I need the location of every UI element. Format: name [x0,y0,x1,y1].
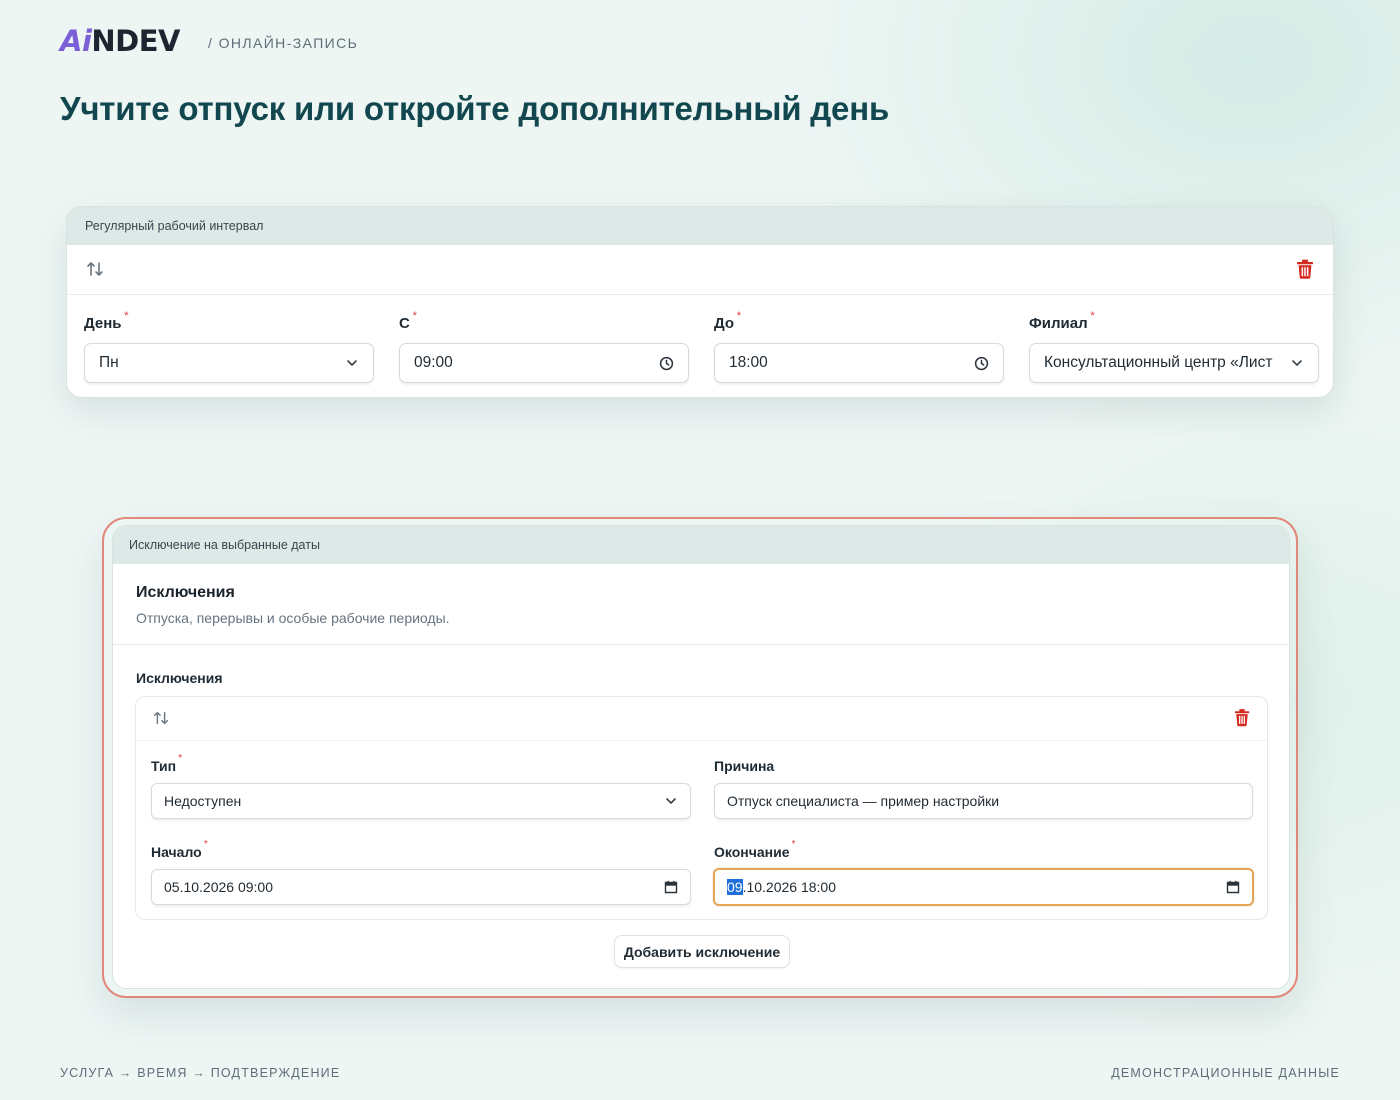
start-datetime-input[interactable]: 05.10.2026 09:00 [151,869,691,905]
from-label: С * [399,310,417,332]
exception-toolbar [136,697,1267,741]
exceptions-list-label: Исключения [136,670,223,686]
branch-value: Консультационный центр «Лист [1044,354,1273,371]
card-header: Регулярный рабочий интервал [67,207,1333,245]
logo-letter-a: A [60,23,82,58]
exceptions-card: Исключение на выбранные даты Исключения … [112,525,1290,989]
logo-letter-i: i [81,23,92,58]
clock-icon[interactable] [974,356,989,371]
interval-toolbar [67,245,1333,295]
type-label: Тип * [151,753,183,774]
exception-item: Тип * Недоступен Причина Отпуск специалис… [135,696,1268,920]
chevron-down-icon [666,798,676,804]
end-datetime-input[interactable]: 09.10.2026 18:00 [713,868,1254,906]
end-value-rest: .10.2026 18:00 [742,879,836,895]
required-mark: * [791,839,796,850]
calendar-icon[interactable] [664,880,678,894]
reason-input[interactable]: Отпуск специалиста — пример настройки [714,783,1253,819]
breadcrumb: / ОНЛАЙН-ЗАПИСЬ [208,35,359,51]
from-value: 09:00 [414,354,453,371]
branch-select[interactable]: Консультационный центр «Лист [1029,343,1319,383]
section-title: Исключения [136,584,235,601]
start-label: Начало * [151,839,208,860]
required-mark: * [124,310,129,322]
type-select[interactable]: Недоступен [151,783,691,819]
day-label: День * [84,310,129,332]
type-value: Недоступен [164,793,242,809]
logo[interactable]: Ai NDEV [60,23,181,58]
sort-icon[interactable] [85,259,105,279]
required-mark: * [412,310,417,322]
clock-icon[interactable] [659,356,674,371]
trash-icon[interactable] [1234,708,1250,727]
day-value: Пн [99,354,119,371]
reason-label: Причина [714,758,775,774]
to-label: До * [714,310,742,332]
start-value: 05.10.2026 09:00 [164,879,273,895]
header: Ai NDEV / ОНЛАЙН-ЗАПИСЬ [60,26,358,56]
required-mark: * [178,753,183,764]
card-header: Исключение на выбранные даты [113,526,1289,564]
end-label: Окончание * [714,839,796,860]
trash-icon[interactable] [1296,259,1314,279]
footer-steps: УСЛУГА → ВРЕМЯ → ПОДТВЕРЖДЕНИЕ [60,1066,341,1080]
sort-icon[interactable] [152,709,170,727]
divider [113,644,1289,645]
required-mark: * [736,310,742,322]
regular-interval-card: Регулярный рабочий интервал День * Пн С * … [66,206,1334,398]
add-exception-button[interactable]: Добавить исключение [614,935,790,968]
page-title: Учтите отпуск или откройте дополнительны… [60,90,890,127]
to-value: 18:00 [729,354,768,371]
calendar-icon[interactable] [1226,880,1240,894]
to-time-input[interactable]: 18:00 [714,343,1004,383]
section-description: Отпуска, перерывы и особые рабочие перио… [136,610,450,626]
branch-label: Филиал * [1029,310,1095,332]
from-time-input[interactable]: 09:00 [399,343,689,383]
required-mark: * [203,839,208,850]
footer-note: ДЕМОНСТРАЦИОННЫЕ ДАННЫЕ [1111,1066,1340,1080]
end-value: 09.10.2026 18:00 [727,879,1226,895]
logo-wordmark: NDEV [91,23,181,58]
chevron-down-icon [1292,360,1302,366]
end-value-selected-segment: 09 [727,879,743,895]
chevron-down-icon [347,360,357,366]
required-mark: * [1090,310,1095,322]
reason-value: Отпуск специалиста — пример настройки [727,793,1000,809]
interval-fields: День * Пн С * 09:00 До * 18:00 Филиал * Конс… [67,295,1333,395]
day-select[interactable]: Пн [84,343,374,383]
